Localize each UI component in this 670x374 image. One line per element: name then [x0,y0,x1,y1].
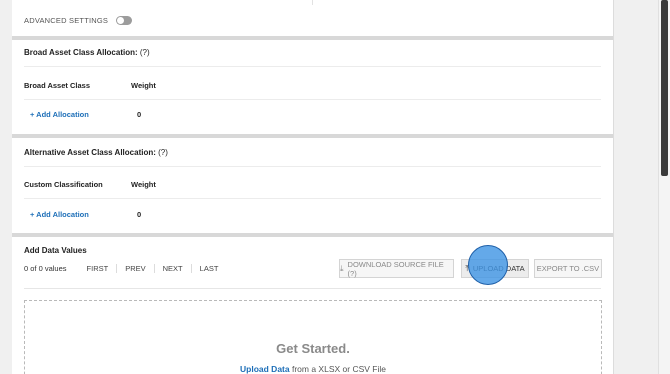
pager-next[interactable]: NEXT [153,264,191,273]
download-source-file-label: DOWNLOAD SOURCE FILE (?) [347,259,444,278]
export-csv-button[interactable]: EXPORT TO .CSV [534,259,602,278]
section-separator [12,233,613,237]
file-dropzone[interactable]: Get Started. Upload Data from a XLSX or … [24,300,602,374]
pager-last[interactable]: LAST [190,264,227,273]
broad-class-column-header: Broad Asset Class [24,81,90,90]
alt-allocation-help-icon[interactable]: (?) [158,148,168,157]
upload-data-link[interactable]: Upload Data [240,364,290,374]
alt-allocation-title-text: Alternative Asset Class Allocation: [24,148,156,157]
broad-allocation-help-icon[interactable]: (?) [140,48,150,57]
alt-class-column-header: Custom Classification [24,180,103,189]
broad-weight-column-header: Weight [131,81,156,90]
add-alt-allocation-link[interactable]: + Add Allocation [30,210,89,219]
pager-prev[interactable]: PREV [116,264,153,273]
top-strip [12,0,613,5]
broad-allocation-title: Broad Asset Class Allocation: (?) [24,48,150,57]
section-separator [12,36,613,40]
add-broad-allocation-link[interactable]: + Add Allocation [30,110,89,119]
get-started-title: Get Started. [276,341,350,356]
data-values-title: Add Data Values [24,246,87,255]
dropzone-file-types: from a XLSX or CSV File [289,364,386,374]
top-divider [312,0,313,5]
download-source-file-button[interactable]: ⤓ DOWNLOAD SOURCE FILE (?) [339,259,454,278]
divider [24,198,601,199]
alt-weight-total: 0 [137,210,142,219]
export-csv-label: EXPORT TO .CSV [536,264,600,273]
settings-panel: ADVANCED SETTINGS Broad Asset Class Allo… [12,0,614,374]
page-scrollbar[interactable] [658,0,670,374]
scrollbar-thumb[interactable] [661,0,668,176]
section-separator [12,134,613,138]
broad-allocation-title-text: Broad Asset Class Allocation: [24,48,138,57]
divider [24,166,601,167]
download-icon: ⤓ [340,263,344,273]
dropzone-instructions: Upload Data from a XLSX or CSV File [25,364,601,374]
pager-first[interactable]: FIRST [79,264,117,273]
advanced-settings-label: ADVANCED SETTINGS [24,15,109,25]
broad-weight-total: 0 [137,110,142,119]
advanced-settings-toggle[interactable] [116,15,133,25]
cursor-highlight [468,245,508,285]
alt-weight-column-header: Weight [131,180,156,189]
pager: 0 of 0 values FIRST PREV NEXT LAST [24,264,226,273]
divider [24,66,601,67]
advanced-settings-row: ADVANCED SETTINGS [24,12,133,28]
alt-allocation-title: Alternative Asset Class Allocation: (?) [24,148,168,157]
divider [24,99,601,100]
values-count: 0 of 0 values [24,264,67,273]
divider [24,288,601,289]
